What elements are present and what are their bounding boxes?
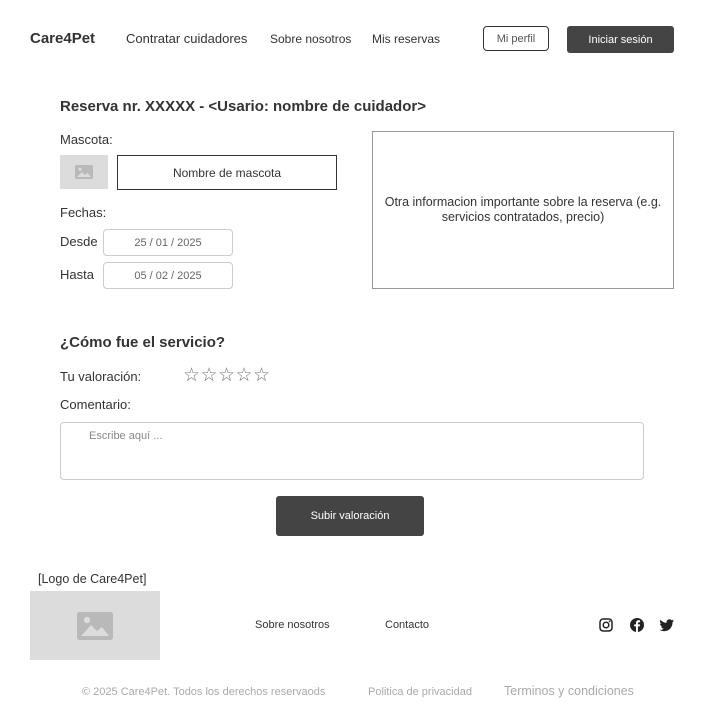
terms-link[interactable]: Terminos y condiciones [504, 684, 634, 698]
pet-label: Mascota: [60, 132, 113, 147]
brand-logo-text[interactable]: Care4Pet [30, 30, 95, 47]
dates-label: Fechas: [60, 205, 107, 220]
star-icon-3[interactable]: ☆ [218, 366, 236, 386]
image-placeholder-icon [75, 165, 93, 179]
reservation-info-text: Otra informacion importante sobre la res… [384, 195, 662, 224]
footer-logo-placeholder [30, 591, 160, 660]
reservation-title: Reserva nr. XXXXX - <Usario: nombre de c… [60, 98, 426, 115]
comment-textarea[interactable]: Escribe aquí ... [60, 422, 644, 480]
image-placeholder-icon [77, 611, 113, 640]
comment-placeholder: Escribe aquí ... [89, 430, 163, 442]
pet-image-placeholder [60, 155, 108, 189]
footer-logo-label: [Logo de Care4Pet] [38, 572, 147, 586]
reservation-info-box: Otra informacion importante sobre la res… [372, 131, 674, 289]
login-button[interactable]: Iniciar sesión [567, 26, 674, 53]
privacy-policy-link[interactable]: Politica de privacidad [368, 686, 472, 698]
rating-label: Tu valoración: [60, 369, 142, 384]
footer-link-contact[interactable]: Contacto [385, 619, 429, 631]
instagram-icon[interactable] [598, 617, 614, 633]
star-icon-5[interactable]: ☆ [253, 366, 271, 386]
nav-hire-caregivers[interactable]: Contratar cuidadores [126, 31, 247, 46]
to-date-field[interactable]: 05 / 02 / 2025 [103, 262, 233, 289]
from-date-field[interactable]: 25 / 01 / 2025 [103, 229, 233, 256]
star-icon-2[interactable]: ☆ [201, 366, 219, 386]
star-rating[interactable]: ☆ ☆ ☆ ☆ ☆ [183, 366, 271, 386]
comment-label: Comentario: [60, 397, 131, 412]
nav-my-bookings[interactable]: Mis reservas [372, 32, 440, 46]
footer-link-about[interactable]: Sobre nosotros [255, 619, 330, 631]
twitter-icon[interactable] [659, 617, 675, 633]
review-title: ¿Cómo fue el servicio? [60, 334, 226, 351]
star-icon-4[interactable]: ☆ [236, 366, 254, 386]
facebook-icon[interactable] [629, 617, 645, 633]
submit-review-button[interactable]: Subir valoración [276, 496, 424, 536]
nav-about-us[interactable]: Sobre nosotros [270, 32, 351, 46]
copyright-text: © 2025 Care4Pet. Todos los derechos rese… [82, 686, 326, 698]
to-label: Hasta [60, 267, 94, 282]
pet-name-field: Nombre de mascota [117, 155, 337, 190]
star-icon-1[interactable]: ☆ [183, 366, 201, 386]
my-profile-button[interactable]: Mi perfil [483, 26, 549, 51]
from-label: Desde [60, 234, 98, 249]
